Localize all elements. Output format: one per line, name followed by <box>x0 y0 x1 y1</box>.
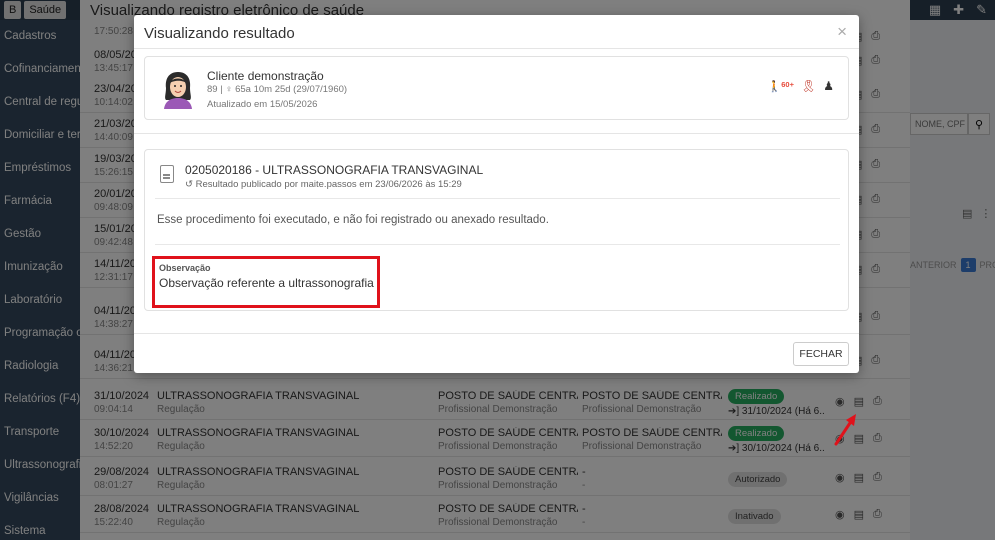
section-divider <box>134 133 859 134</box>
patient-name: Cliente demonstração <box>207 69 324 83</box>
result-message: Esse procedimento foi executado, e não f… <box>157 214 549 226</box>
document-icon <box>160 165 174 183</box>
modal-divider <box>134 48 859 49</box>
modal-title: Visualizando resultado <box>144 25 295 42</box>
published-info: ↺ Resultado publicado por maite.passos e… <box>185 179 462 190</box>
awareness-ribbon-icon: 🎗 <box>801 79 817 93</box>
footer-divider <box>134 333 859 334</box>
observation-highlight: Observação Observação referente a ultras… <box>152 256 380 308</box>
result-modal: Visualizando resultado × Cliente demonst… <box>134 15 859 373</box>
annotation-arrow-icon <box>834 414 856 446</box>
avatar <box>164 72 192 109</box>
procedure-title: 0205020186 - ULTRASSONOGRAFIA TRANSVAGIN… <box>185 163 484 177</box>
patient-card: Cliente demonstração 89 | ♀ 65a 10m 25d … <box>144 56 849 120</box>
close-icon[interactable]: × <box>837 22 847 42</box>
observation-text: Observação referente a ultrassonografia <box>159 276 374 290</box>
result-divider-2 <box>155 244 840 245</box>
result-card: 0205020186 - ULTRASSONOGRAFIA TRANSVAGIN… <box>144 149 849 311</box>
elder-person-icon: 🚶60+ <box>767 79 794 93</box>
patient-flags: 🚶60+ 🎗 ♟ <box>768 79 834 93</box>
observation-label: Observação <box>159 263 211 273</box>
patient-updated: Atualizado em 15/05/2026 <box>207 99 318 110</box>
elder-flag-label: 60+ <box>781 79 794 89</box>
person-icon: ♟ <box>823 79 834 93</box>
result-divider <box>155 198 840 199</box>
close-button[interactable]: FECHAR <box>793 342 849 366</box>
patient-info: 89 | ♀ 65a 10m 25d (29/07/1960) <box>207 84 348 95</box>
